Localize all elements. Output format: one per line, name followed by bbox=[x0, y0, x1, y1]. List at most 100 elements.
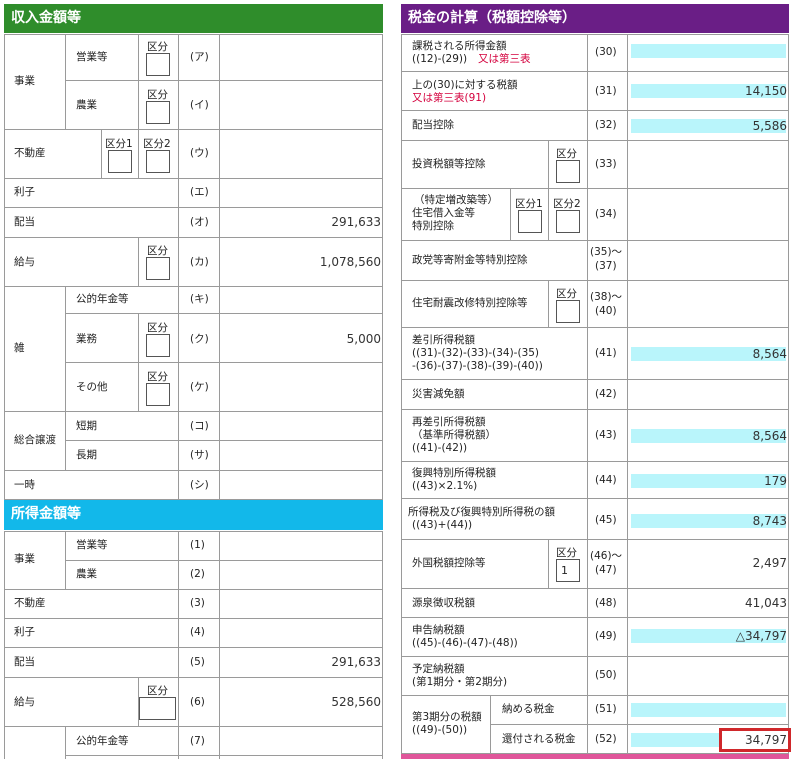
shotoku-6-kubun-label: 区分 bbox=[147, 685, 168, 697]
code-38a: (38)～ bbox=[590, 291, 623, 303]
code-52: (52) bbox=[595, 733, 617, 745]
income-u-kubun1-label: 区分1 bbox=[105, 138, 133, 150]
tax-45-value: 8,743 bbox=[752, 514, 787, 528]
tax-51-field[interactable] bbox=[631, 703, 786, 717]
income-i-kubun-label: 区分 bbox=[147, 89, 168, 101]
tax-45-formula: ((43)+(44)) bbox=[412, 519, 473, 531]
shotoku-6-kubun-input[interactable] bbox=[139, 697, 176, 720]
shotoku-eigyo-label: 営業等 bbox=[76, 539, 108, 551]
income-rishi-label: 利子 bbox=[14, 186, 35, 198]
tax-35-label: 政党等寄附金等特別控除 bbox=[412, 254, 528, 266]
code-u: (ウ) bbox=[190, 147, 209, 159]
tax-42-label: 災害減免額 bbox=[412, 388, 465, 400]
tax-49-label: 申告納税額 bbox=[412, 624, 465, 636]
tax-34-kubun1-input[interactable] bbox=[518, 210, 542, 233]
tax-50-sub: (第1期分・第2期分) bbox=[412, 676, 508, 688]
income-ke-kubun-input[interactable] bbox=[146, 383, 170, 406]
tax-49-formula: ((45)-(46)-(47)-(48)) bbox=[412, 637, 518, 649]
tax-41-label: 差引所得税額 bbox=[412, 334, 475, 346]
income-ke-kubun-label: 区分 bbox=[147, 371, 168, 383]
tax-34-label-a: （特定増改築等） bbox=[414, 194, 498, 206]
tax-41-formula-b: -(36)-(37)-(38)-(39)-(40)) bbox=[412, 360, 543, 372]
income-gyomu-label: 業務 bbox=[76, 333, 97, 345]
tax-38-label: 住宅耐震改修特別控除等 bbox=[412, 297, 528, 309]
tax-34-label-b: 住宅借入金等 bbox=[412, 207, 475, 219]
code-30: (30) bbox=[595, 46, 617, 58]
code-35b: (37) bbox=[595, 260, 617, 272]
income-a-kubun-label: 区分 bbox=[147, 41, 168, 53]
code-42: (42) bbox=[595, 388, 617, 400]
tax-44-label: 復興特別所得税額 bbox=[412, 467, 496, 479]
code-o: (オ) bbox=[190, 216, 209, 228]
tax-33-kubun-input[interactable] bbox=[556, 160, 580, 183]
tax-46-kubun-input[interactable]: 1 bbox=[556, 559, 580, 582]
income-a-kubun-input[interactable] bbox=[146, 53, 170, 76]
code-46b: (47) bbox=[595, 564, 617, 576]
code-1: (1) bbox=[190, 539, 205, 551]
shotoku-jigyo-label: 事業 bbox=[14, 553, 35, 565]
income-kyuyo-label: 給与 bbox=[14, 256, 35, 268]
code-6: (6) bbox=[190, 696, 205, 708]
tax-32-label: 配当控除 bbox=[412, 119, 454, 131]
code-46a: (46)～ bbox=[590, 550, 623, 562]
tax-34-kubun1-label: 区分1 bbox=[515, 198, 543, 210]
income-ku-kubun-input[interactable] bbox=[146, 334, 170, 357]
income-section-header: 収入金額等 bbox=[4, 4, 383, 33]
tax-50-label: 予定納税額 bbox=[412, 663, 465, 675]
code-50: (50) bbox=[595, 669, 617, 681]
shotoku-fudosan-label: 不動産 bbox=[14, 597, 46, 609]
tax-38-kubun-label: 区分 bbox=[556, 288, 577, 300]
tax-46-value: 2,497 bbox=[752, 556, 787, 570]
tax-31-value: 14,150 bbox=[745, 84, 787, 98]
tax-52-value: 34,797 bbox=[745, 733, 787, 747]
code-5: (5) bbox=[190, 656, 205, 668]
income-eigyo-label: 営業等 bbox=[76, 51, 108, 63]
income-i-kubun-input[interactable] bbox=[146, 101, 170, 124]
income-kyuyo-value: 1,078,560 bbox=[319, 255, 381, 269]
tax-45-label: 所得税及び復興特別所得税の額 bbox=[408, 506, 555, 518]
tax-51-label: 納める税金 bbox=[502, 703, 555, 715]
income-nogyo-label: 農業 bbox=[76, 99, 97, 111]
tax-44-field[interactable] bbox=[631, 474, 786, 488]
code-33: (33) bbox=[595, 158, 617, 170]
income-u-kubun1-input[interactable] bbox=[108, 150, 132, 173]
tax-52-field[interactable] bbox=[631, 733, 719, 747]
code-38b: (40) bbox=[595, 305, 617, 317]
tax-49-value: △34,797 bbox=[735, 629, 787, 643]
code-35a: (35)～ bbox=[590, 246, 623, 258]
shotoku-rishi-label: 利子 bbox=[14, 626, 35, 638]
tax-51-group-formula: ((49)-(50)) bbox=[412, 724, 468, 736]
code-shi: (シ) bbox=[190, 479, 209, 491]
tax-38-kubun-input[interactable] bbox=[556, 300, 580, 323]
tax-31-label: 上の(30)に対する税額 bbox=[412, 79, 518, 91]
tax-30-formula: ((12)-(29)) bbox=[412, 53, 468, 65]
code-32: (32) bbox=[595, 119, 617, 131]
income-ka-kubun-input[interactable] bbox=[146, 257, 170, 280]
income-u-kubun2-input[interactable] bbox=[146, 150, 170, 173]
tax-48-value: 41,043 bbox=[745, 596, 787, 610]
tax-33-label: 投資税額等控除 bbox=[412, 158, 486, 170]
income-u-kubun2-label: 区分2 bbox=[143, 138, 171, 150]
code-7: (7) bbox=[190, 735, 205, 747]
code-51: (51) bbox=[595, 703, 617, 715]
shotoku-kyuyo-value: 528,560 bbox=[331, 695, 381, 709]
tax-51-group-label: 第3期分の税額 bbox=[412, 711, 482, 723]
tax-43-value: 8,564 bbox=[752, 429, 787, 443]
tax-41-formula-a: ((31)-(32)-(33)-(34)-(35) bbox=[412, 347, 540, 359]
tax-34-label-c: 特別控除 bbox=[412, 220, 454, 232]
tax-43-formula: ((41)-(42)) bbox=[412, 442, 468, 454]
shotoku-nogyo-label: 農業 bbox=[76, 568, 97, 580]
shotoku-haito-label: 配当 bbox=[14, 656, 35, 668]
tax-33-kubun-label: 区分 bbox=[556, 148, 577, 160]
code-e: (エ) bbox=[190, 186, 209, 198]
tax-30-label: 課税される所得金額 bbox=[412, 40, 507, 52]
income-haito-label: 配当 bbox=[14, 216, 35, 228]
tax-30-field[interactable] bbox=[631, 44, 786, 58]
code-45: (45) bbox=[595, 514, 617, 526]
income-fudosan-label: 不動産 bbox=[14, 147, 46, 159]
code-ka: (カ) bbox=[190, 256, 209, 268]
income-ichiji-label: 一時 bbox=[14, 479, 35, 491]
tax-34-kubun2-input[interactable] bbox=[556, 210, 580, 233]
tax-44-value: 179 bbox=[764, 474, 787, 488]
code-31: (31) bbox=[595, 85, 617, 97]
